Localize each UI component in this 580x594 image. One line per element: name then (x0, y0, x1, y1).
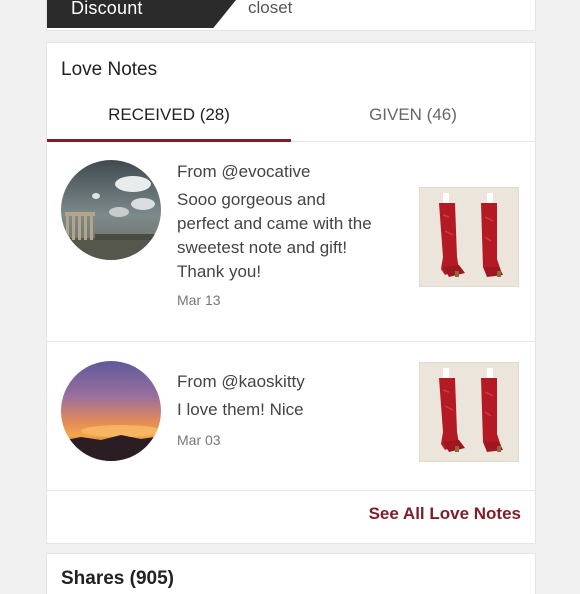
discount-label: Discount (71, 0, 143, 18)
top-card: Discount closet (46, 0, 536, 31)
listing-thumbnail[interactable] (418, 186, 520, 288)
shares-title: Shares (905) (61, 568, 175, 589)
love-notes-card: Love Notes RECEIVED (28) GIVEN (46) From… (46, 42, 536, 544)
closet-label[interactable]: closet (248, 0, 292, 18)
tab-given[interactable]: GIVEN (46) (291, 101, 535, 141)
ruins-landscape-photo (61, 160, 161, 260)
sunset-landscape-photo (61, 361, 161, 461)
listing-thumbnail[interactable] (418, 361, 520, 463)
note-author[interactable]: From @kaoskitty (177, 372, 305, 392)
love-notes-tabs: RECEIVED (28) GIVEN (46) (47, 101, 535, 142)
avatar[interactable] (61, 361, 161, 461)
note-date: Mar 03 (177, 432, 221, 448)
see-all-love-notes-link[interactable]: See All Love Notes (369, 504, 521, 524)
red-boots-photo (418, 361, 520, 463)
red-boots-photo (418, 186, 520, 288)
love-note-item: From @kaoskitty I love them! Nice Mar 03 (47, 342, 535, 491)
discount-tab[interactable]: Discount (47, 0, 236, 28)
love-notes-title: Love Notes (61, 59, 158, 80)
avatar[interactable] (61, 160, 161, 260)
note-text: I love them! Nice (177, 400, 304, 419)
note-date: Mar 13 (177, 292, 221, 308)
note-text: Sooo gorgeous and perfect and came with … (177, 190, 372, 281)
tab-received[interactable]: RECEIVED (28) (47, 101, 291, 141)
shares-card: Shares (905) (46, 553, 536, 594)
note-author[interactable]: From @evocative (177, 162, 310, 182)
love-note-item: From @evocative Sooo gorgeous and perfec… (47, 142, 535, 342)
